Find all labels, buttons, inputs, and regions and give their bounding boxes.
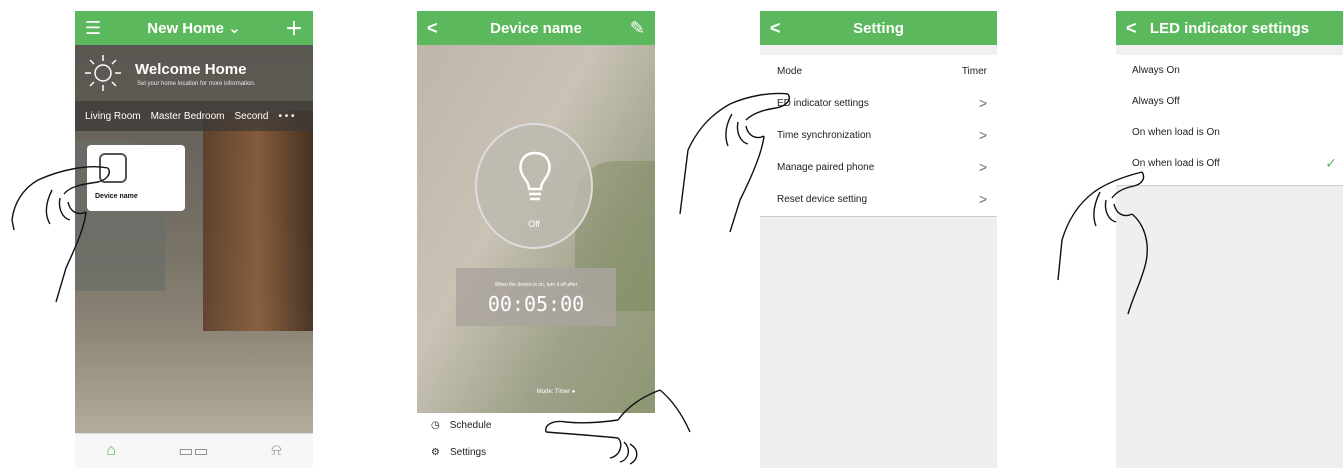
- device-title: Device name: [490, 19, 582, 37]
- alarm-icon[interactable]: ⍾: [271, 442, 282, 460]
- row-value: Timer: [961, 65, 987, 77]
- setting-title: Setting: [853, 19, 904, 37]
- option-label: On when load is On: [1132, 127, 1220, 138]
- device-header: < Device name ✎: [417, 11, 655, 45]
- home-title: New Home: [147, 20, 224, 37]
- pointing-hand-icon: [11, 166, 110, 303]
- chevron-right-icon: >: [978, 127, 987, 143]
- clock-icon: ◷: [431, 420, 440, 431]
- setting-header: < Setting: [760, 11, 997, 45]
- row-label: Mode: [777, 65, 803, 77]
- pointing-hand-icon: [545, 389, 691, 465]
- power-toggle[interactable]: Off: [475, 123, 593, 249]
- pointing-hand-icon: [679, 92, 790, 233]
- setting-empty-area: [760, 216, 997, 468]
- option-label: Always On: [1132, 65, 1180, 76]
- led-header: < LED indicator settings: [1116, 11, 1343, 45]
- welcome-subtitle[interactable]: Set your home location for more informat…: [137, 81, 255, 87]
- room-tabs: Living Room Master Bedroom Second • • •: [75, 101, 313, 131]
- plus-icon[interactable]: ＋: [285, 11, 303, 45]
- timer-caption: When the device is on, turn it off after: [494, 282, 578, 288]
- led-title: LED indicator settings: [1149, 19, 1310, 37]
- pencil-icon[interactable]: ✎: [630, 11, 645, 45]
- home-selector[interactable]: New Home ⌄: [147, 19, 240, 37]
- schedule-item[interactable]: ◷ Schedule: [431, 420, 491, 431]
- schedule-label: Schedule: [449, 420, 492, 431]
- pointing-hand-icon: [1057, 171, 1148, 315]
- welcome-banner: Welcome Home Set your home location for …: [75, 45, 313, 101]
- wood-decoration: [203, 111, 313, 331]
- instruction-illustration: ☰ New Home ⌄ ＋ Welcome Home Set your hom…: [0, 0, 1343, 470]
- home-icon[interactable]: ⌂: [106, 442, 116, 460]
- chevron-down-icon: ⌄: [228, 20, 241, 37]
- state-label: Off: [528, 219, 540, 229]
- settings-label: Settings: [449, 447, 487, 458]
- back-icon[interactable]: <: [427, 11, 438, 45]
- option-always-off[interactable]: Always Off: [1116, 86, 1343, 117]
- sun-icon: [85, 55, 121, 91]
- bottom-tab-bar: ⌂ ▭▭ ⍾: [75, 433, 313, 468]
- option-always-on[interactable]: Always On: [1116, 55, 1343, 86]
- more-rooms-icon[interactable]: • • •: [278, 111, 294, 122]
- back-icon[interactable]: <: [770, 11, 781, 45]
- tab-living-room[interactable]: Living Room: [85, 111, 141, 122]
- option-label: Always Off: [1132, 96, 1180, 107]
- option-on-when-load-on[interactable]: On when load is On: [1116, 117, 1343, 148]
- gear-icon: ⚙: [431, 447, 440, 458]
- grid-icon[interactable]: ▭▭: [178, 441, 208, 461]
- welcome-title: Welcome Home: [135, 61, 247, 78]
- chevron-right-icon: >: [978, 191, 987, 207]
- home-header: ☰ New Home ⌄ ＋: [75, 11, 313, 45]
- timer-panel[interactable]: When the device is on, turn it off after…: [456, 268, 616, 326]
- tab-second[interactable]: Second: [235, 111, 269, 122]
- timer-value: 00:05:00: [487, 292, 585, 316]
- tab-master-bedroom[interactable]: Master Bedroom: [151, 111, 225, 122]
- chevron-right-icon: >: [978, 159, 987, 175]
- check-icon: ✓: [1325, 155, 1337, 171]
- hamburger-icon[interactable]: ☰: [85, 11, 101, 45]
- bulb-icon: [519, 151, 551, 201]
- chevron-right-icon: >: [978, 95, 987, 111]
- settings-item[interactable]: ⚙ Settings: [431, 447, 486, 458]
- back-icon[interactable]: <: [1126, 11, 1137, 45]
